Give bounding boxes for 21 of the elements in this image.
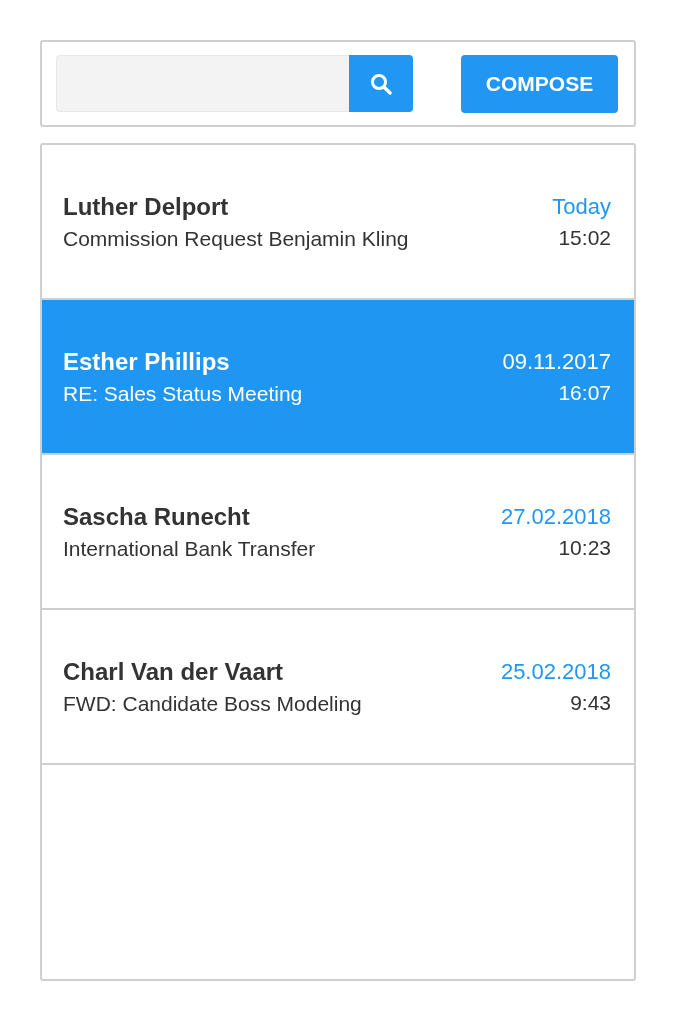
message-subject: FWD: Candidate Boss Modeling xyxy=(63,691,362,716)
message-date: 09.11.2017 xyxy=(502,348,611,375)
message-subject: International Bank Transfer xyxy=(63,536,316,561)
search-button[interactable] xyxy=(349,55,413,112)
message-item[interactable]: Sascha Runecht International Bank Transfer 27.02.2018 10:23 xyxy=(42,455,634,610)
sender-name: Luther Delport xyxy=(63,192,230,221)
search-field[interactable] xyxy=(56,55,349,112)
search-icon xyxy=(370,72,392,95)
sender-name: Esther Phillips xyxy=(63,347,231,376)
message-time: 9:43 xyxy=(570,690,611,715)
message-date: 27.02.2018 xyxy=(500,503,611,530)
message-subject: RE: Sales Status Meeting xyxy=(63,381,303,406)
message-date: 25.02.2018 xyxy=(500,658,611,685)
message-time: 16:07 xyxy=(558,380,611,405)
message-item[interactable]: Charl Van der Vaart FWD: Candidate Boss Modeling 25.02.2018 9:43 xyxy=(42,610,634,765)
sender-name: Sascha Runecht xyxy=(63,502,251,531)
message-date: Today xyxy=(552,193,611,220)
sender-name: Charl Van der Vaart xyxy=(63,657,285,686)
message-time: 10:23 xyxy=(558,535,611,560)
message-subject: Commission Request Benjamin Kling xyxy=(63,226,409,251)
message-time: 15:02 xyxy=(558,225,611,250)
